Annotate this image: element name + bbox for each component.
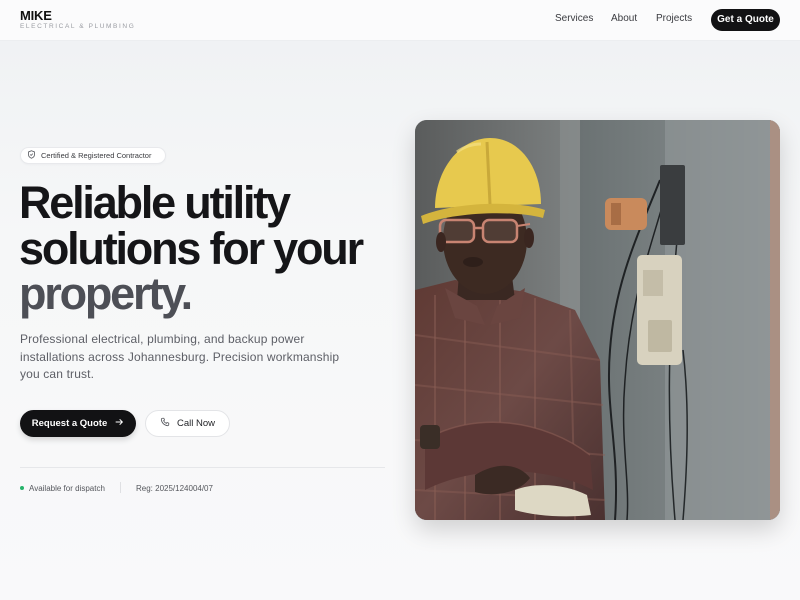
get-quote-button[interactable]: Get a Quote	[711, 9, 780, 31]
brand-tagline: ELECTRICAL & PLUMBING	[20, 23, 136, 30]
badge-label: Certified & Registered Contractor	[41, 151, 152, 160]
availability-status: Available for dispatch	[29, 484, 105, 493]
arrow-right-icon	[114, 417, 124, 430]
headline-line-3: property.	[19, 268, 193, 319]
headline-line-2: solutions for your	[19, 222, 364, 274]
hero-divider	[20, 467, 385, 468]
nav-link-services[interactable]: Services	[555, 13, 593, 24]
call-now-button[interactable]: Call Now	[145, 410, 230, 437]
nav-link-projects[interactable]: Projects	[656, 13, 692, 24]
nav-link-about[interactable]: About	[611, 13, 637, 24]
hero-photo	[415, 120, 780, 520]
site-header: MIKE ELECTRICAL & PLUMBING Services Abou…	[0, 0, 800, 41]
headline-line-1: Reliable utility	[19, 177, 291, 228]
brand-name[interactable]: MIKE	[20, 8, 52, 23]
call-now-label: Call Now	[176, 418, 215, 429]
meta-separator	[120, 482, 121, 493]
hero-description: Professional electrical, plumbing, and b…	[20, 332, 340, 382]
phone-icon	[160, 417, 170, 430]
request-quote-button[interactable]: Request a Quote	[20, 410, 136, 437]
request-quote-label: Request a Quote	[31, 418, 108, 429]
availability-indicator	[20, 486, 24, 490]
shield-check-icon	[27, 150, 36, 161]
hero-headline: Reliable utility solutions for your prop…	[19, 180, 409, 317]
electrician-photo-illustration	[415, 120, 780, 520]
certification-badge: Certified & Registered Contractor	[20, 147, 166, 164]
registration-number: Reg: 2025/124004/07	[136, 484, 213, 493]
